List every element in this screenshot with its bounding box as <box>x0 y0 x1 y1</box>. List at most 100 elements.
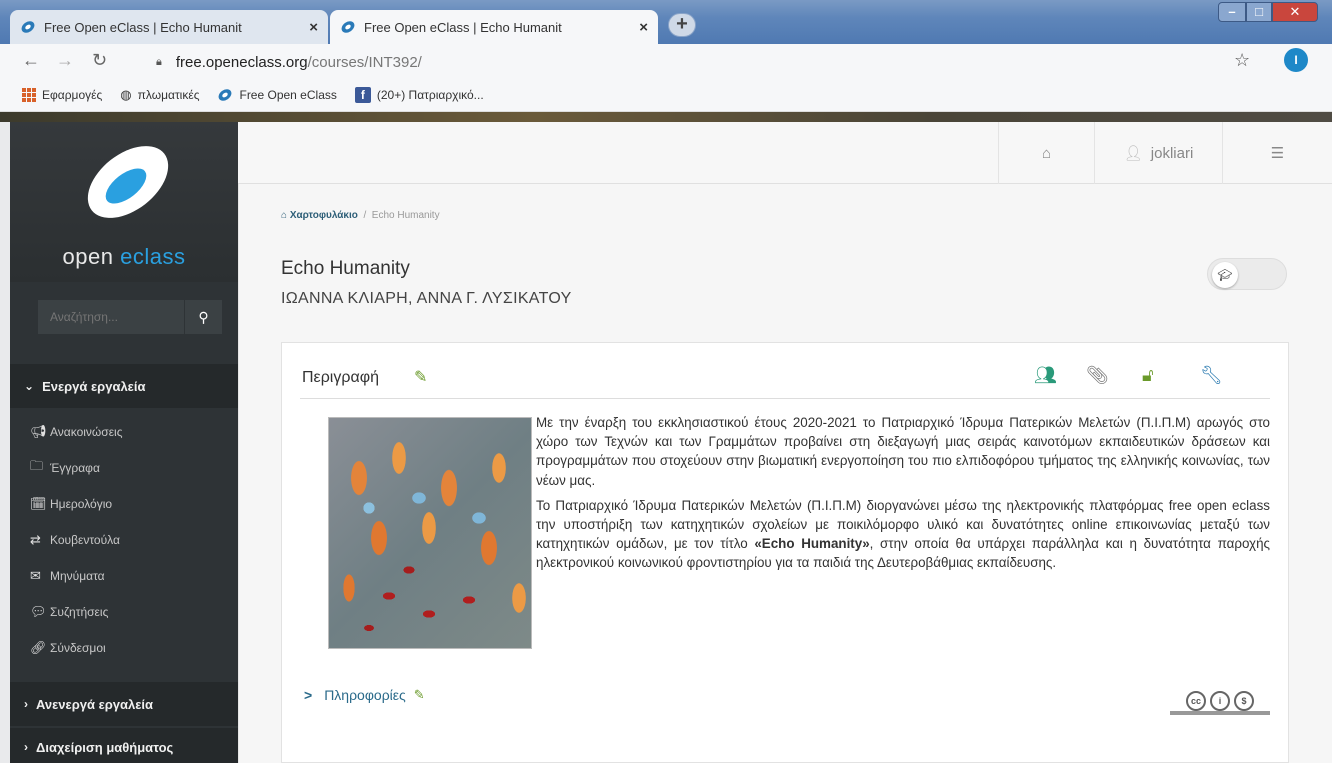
sidebar-item-label: Έγγραφα <box>50 461 100 475</box>
sidebar-item-messages[interactable]: ✉ Μηνύματα <box>10 558 238 594</box>
logo-text-eclass: eclass <box>120 244 186 269</box>
unlock-icon[interactable]: 🔓︎ <box>1142 365 1154 386</box>
desktop-wallpaper-strip <box>0 112 1332 122</box>
eclass-favicon-icon <box>21 21 35 33</box>
sidebar-item-label: Κουβεντούλα <box>50 533 120 547</box>
chevron-right-icon: › <box>24 740 28 754</box>
reload-icon[interactable]: ↻ <box>92 50 107 71</box>
users-icon[interactable]: 👥︎ <box>1034 365 1057 386</box>
tab-close-icon[interactable]: × <box>309 19 318 36</box>
search-icon[interactable]: ⚲ <box>184 300 222 334</box>
section-course-admin[interactable]: › Διαχείριση μαθήματος <box>10 728 238 763</box>
sidebar-item-announcements[interactable]: 📢︎ Ανακοινώσεις <box>10 414 238 450</box>
url-host: free.openeclass.org <box>175 53 308 71</box>
top-header: ⌂ 👤︎ jokliari ☰ <box>238 122 1332 184</box>
sidebar-item-label: Ανακοινώσεις <box>50 425 123 439</box>
chevron-right-icon: > <box>304 687 313 703</box>
section-label: Ενεργά εργαλεία <box>42 378 146 394</box>
graduation-cap-icon: 🎓︎ <box>1212 262 1238 288</box>
search-input[interactable] <box>38 300 184 334</box>
main-area: ⌂ 👤︎ jokliari ☰ ⌂ Χαρτοφυλάκιο / Echo Hu… <box>238 122 1332 763</box>
settings-button[interactable]: ☰ <box>1222 122 1332 184</box>
sidebar-item-forums[interactable]: 💬︎ Συζητήσεις <box>10 594 238 630</box>
home-icon: ⌂ <box>1041 144 1052 162</box>
wrench-icon[interactable]: 🔧︎ <box>1200 365 1223 386</box>
bookmark-facebook[interactable]: f (20+) Πατριαρχικό... <box>354 86 484 103</box>
window-controls: – □ ✕ <box>1218 2 1324 24</box>
window-close-icon[interactable]: ✕ <box>1272 2 1318 22</box>
eclass-favicon-icon <box>341 21 355 33</box>
course-title: Echo Humanity <box>281 258 410 279</box>
profile-avatar[interactable]: I <box>1284 48 1308 72</box>
sidebar-item-calendar[interactable]: 🗓︎ Ημερολόγιο <box>10 486 238 522</box>
tab-close-icon[interactable]: × <box>639 19 648 36</box>
chevron-right-icon: › <box>24 697 28 711</box>
paperclip-icon[interactable]: 📎︎ <box>1086 365 1109 386</box>
edit-pencil-icon[interactable]: ✎ <box>414 687 425 703</box>
bookmark-label: Εφαρμογές <box>42 87 103 102</box>
user-icon: 👤︎ <box>1123 145 1143 162</box>
back-arrow-icon[interactable]: ← <box>22 50 40 71</box>
bookmark-label: πλωματικές <box>137 87 200 102</box>
sidebar-item-documents[interactable]: 🗀 Έγγραφα <box>10 450 238 486</box>
sliders-icon: ☰ <box>1270 145 1285 162</box>
bookmark-eclass[interactable]: Free Open eClass <box>217 87 337 103</box>
url-path: /courses/INT392/ <box>307 53 422 71</box>
browser-tab-active[interactable]: Free Open eClass | Echo Humanit × <box>330 10 658 44</box>
home-icon: ⌂ <box>281 210 288 221</box>
course-image <box>328 417 532 649</box>
info-label: Πληροφορίες <box>324 687 406 703</box>
tab-title: Free Open eClass | Echo Humanit <box>44 19 242 35</box>
cc-icon: cc <box>1186 691 1206 711</box>
course-name-bold: «Echo Humanity» <box>754 536 870 552</box>
breadcrumb-current: Echo Humanity <box>371 210 440 221</box>
envelope-icon: ✉ <box>30 568 41 583</box>
creative-commons-license-icon[interactable]: cc i $ <box>1170 691 1270 715</box>
browser-titlebar: Free Open eClass | Echo Humanit × Free O… <box>0 0 1332 44</box>
bookmark-label: (20+) Πατριαρχικό... <box>376 87 484 102</box>
page-content: ⌂ Χαρτοφυλάκιο / Echo Humanity Echo Huma… <box>238 184 1332 763</box>
section-active-tools[interactable]: ⌄ Ενεργά εργαλεία <box>10 364 238 408</box>
exchange-icon: ⇄ <box>30 532 41 547</box>
sidebar-item-chat[interactable]: ⇄ Κουβεντούλα <box>10 522 238 558</box>
link-icon: 🔗︎ <box>30 640 47 655</box>
description-header: Περιγραφή ✎ 👥︎ 📎︎ 🔓︎ 🔧︎ <box>300 365 1270 399</box>
user-menu[interactable]: 👤︎ jokliari <box>1094 122 1222 184</box>
section-inactive-tools[interactable]: › Ανενεργά εργαλεία <box>10 682 238 726</box>
apps-grid-icon <box>22 87 36 102</box>
new-tab-button[interactable]: + <box>668 13 696 37</box>
bookmark-apps[interactable]: Εφαρμογές <box>22 87 103 102</box>
browser-tab-inactive[interactable]: Free Open eClass | Echo Humanit × <box>10 10 328 44</box>
minimize-icon[interactable]: – <box>1218 2 1246 22</box>
comments-icon: 💬︎ <box>30 604 47 619</box>
breadcrumb-separator: / <box>363 210 367 221</box>
logo-text-open: open <box>62 244 121 269</box>
description-panel: Περιγραφή ✎ 👥︎ 📎︎ 🔓︎ 🔧︎ Με την έναρξη το… <box>281 342 1289 763</box>
bookmarks-bar: Εφαρμογές ◍ πλωματικές Free Open eClass … <box>0 78 1332 112</box>
breadcrumb-home[interactable]: ⌂ Χαρτοφυλάκιο <box>281 210 358 221</box>
calendar-icon: 🗓︎ <box>30 496 47 511</box>
maximize-icon[interactable]: □ <box>1246 2 1272 22</box>
home-button[interactable]: ⌂ <box>998 122 1094 184</box>
logo-text: open eclass <box>10 244 238 270</box>
lock-icon: 🔒︎ <box>156 55 162 68</box>
bookmark-item[interactable]: ◍ πλωματικές <box>120 87 199 103</box>
cc-by-icon: i <box>1210 691 1230 711</box>
description-text: Με την έναρξη του εκκλησιαστικού έτους 2… <box>536 413 1270 579</box>
edit-pencil-icon[interactable]: ✎ <box>414 367 427 387</box>
sidebar-item-label: Μηνύματα <box>50 569 105 583</box>
sidebar-item-label: Συζητήσεις <box>50 605 109 619</box>
globe-icon: ◍ <box>120 86 132 102</box>
student-view-toggle[interactable]: 🎓︎ <box>1207 258 1287 290</box>
facebook-icon: f <box>354 86 371 103</box>
forward-arrow-icon[interactable]: → <box>56 50 74 71</box>
folder-icon: 🗀 <box>30 458 44 473</box>
sidebar-logo-area[interactable]: open eclass <box>10 122 238 282</box>
description-paragraph-1: Με την έναρξη του εκκλησιαστικού έτους 2… <box>536 415 1270 488</box>
sidebar: open eclass ⚲ ⌄ Ενεργά εργαλεία 📢︎ Ανακο… <box>10 122 238 763</box>
url-field[interactable]: 🔒︎ free.openeclass.org/courses/INT392/ <box>156 49 1206 75</box>
bookmark-star-icon[interactable]: ☆ <box>1234 50 1250 71</box>
sidebar-item-links[interactable]: 🔗︎ Σύνδεσμοι <box>10 630 238 666</box>
info-toggle[interactable]: > Πληροφορίες ✎ <box>304 687 425 703</box>
breadcrumb: ⌂ Χαρτοφυλάκιο / Echo Humanity <box>281 210 440 221</box>
